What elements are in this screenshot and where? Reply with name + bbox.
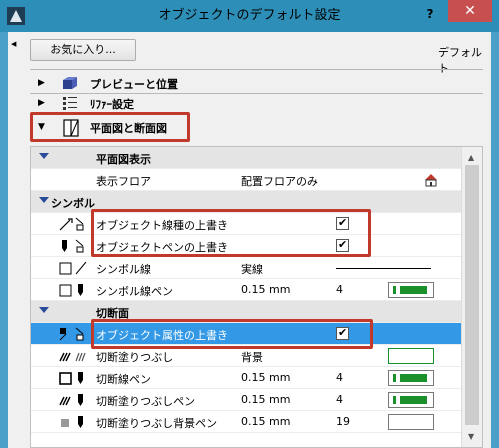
line-sample [336, 268, 431, 269]
pen-color-swatch[interactable] [388, 370, 434, 386]
group-collapse-icon[interactable] [39, 197, 49, 203]
pen-icon [62, 240, 67, 252]
property-value: 0.15 mm [241, 283, 291, 296]
pen-number: 4 [336, 371, 343, 384]
pen-color-swatch[interactable] [388, 414, 434, 430]
table-row-symbol-pen[interactable]: シンボル線ペン 0.15 mm 4 [31, 279, 461, 301]
floor-house-icon[interactable] [424, 173, 438, 187]
pen-icon [78, 394, 83, 406]
override-arrow-icon [75, 327, 84, 341]
override-attributes-checkbox[interactable] [336, 326, 349, 340]
property-value[interactable]: 配置フロアのみ [241, 173, 318, 189]
preview-icon [63, 77, 77, 89]
fill-preview-swatch[interactable] [388, 348, 434, 364]
group-collapse-icon[interactable] [39, 307, 49, 313]
override-pen-checkbox[interactable] [336, 238, 349, 252]
favorites-button[interactable]: お気に入り... [30, 39, 136, 61]
line-swatch-icon [59, 284, 72, 297]
property-name: 切断塗りつぶしペン [96, 395, 196, 408]
override-arrow-icon [75, 239, 84, 253]
title-bar[interactable]: オブジェクトのデフォルト設定 ? ✕ [0, 0, 499, 32]
table-row-override-attrs[interactable]: オブジェクト属性の上書き [31, 323, 461, 345]
panel-collapse-icon[interactable]: ◀ [11, 40, 16, 48]
property-value: 0.15 mm [241, 415, 291, 428]
vertical-scrollbar[interactable]: ▲ ▼ [461, 147, 482, 447]
property-name: シンボル線ペン [96, 285, 173, 298]
fill-background-icon [61, 419, 69, 427]
property-name: シンボル線 [96, 263, 151, 276]
override-linetype-checkbox[interactable] [336, 216, 349, 230]
property-name: 表示フロア [96, 175, 151, 188]
section-layer-settings[interactable]: ▶ ﾘﾌｧｰ設定 [30, 94, 480, 114]
hatch-icon [59, 352, 71, 362]
table-row-override-pen[interactable]: オブジェクトペンの上書き [31, 235, 461, 257]
scroll-up-icon[interactable]: ▲ [468, 153, 474, 162]
line-slash-icon [75, 261, 87, 275]
table-row-cut-fill-pen[interactable]: 切断塗りつぶしペン 0.15 mm 4 [31, 389, 461, 411]
property-name: オブジェクト属性の上書き [96, 329, 228, 342]
attributes-icon [59, 328, 67, 341]
dialog-body: ◀ お気に入り... デフォルト ▶ プレビューと位置 ▶ ﾘﾌｧｰ設定 ▼ 平… [8, 32, 491, 448]
group-row-plan-display[interactable]: 平面図表示 [31, 147, 461, 169]
table-row-cut-fill-bg-pen[interactable]: 切断塗りつぶし背景ペン 0.15 mm 19 [31, 411, 461, 433]
pen-number: 19 [336, 415, 350, 428]
pen-icon [78, 416, 83, 428]
scroll-down-icon[interactable]: ▼ [468, 432, 474, 441]
table-row-override-linetype[interactable]: オブジェクト線種の上書き [31, 213, 461, 235]
expand-arrow-icon[interactable]: ▶ [38, 78, 45, 88]
pen-icon [78, 284, 83, 296]
property-name: 切断線ペン [96, 373, 151, 386]
table-row-symbol-line[interactable]: シンボル線 実線 [31, 257, 461, 279]
property-name: オブジェクト線種の上書き [96, 219, 228, 232]
group-label: 平面図表示 [96, 153, 151, 166]
collapse-arrow-icon[interactable]: ▼ [38, 122, 45, 132]
property-name: オブジェクトペンの上書き [96, 241, 228, 254]
table-row-cut-fill[interactable]: 切断塗りつぶし 背景 [31, 345, 461, 367]
property-value: 0.15 mm [241, 393, 291, 406]
table-row-display-floor[interactable]: 表示フロア 配置フロアのみ [31, 169, 461, 191]
dialog-window: オブジェクトのデフォルト設定 ? ✕ ◀ お気に入り... デフォルト ▶ プレ… [0, 0, 499, 448]
property-value: 0.15 mm [241, 371, 291, 384]
group-row-cut[interactable]: 切断面 [31, 301, 461, 323]
scroll-thumb[interactable] [465, 165, 479, 425]
section-label: 平面図と断面図 [90, 122, 167, 135]
linetype-icon [59, 218, 73, 231]
hatch-pattern-icon [75, 352, 86, 362]
hatch-icon [59, 396, 71, 406]
group-label: シンボル [51, 197, 95, 210]
line-swatch-icon [59, 262, 72, 275]
layer-settings-icon [63, 97, 77, 110]
property-value[interactable]: 実線 [241, 261, 263, 277]
section-preview-position[interactable]: ▶ プレビューと位置 [30, 74, 480, 94]
group-row-symbol[interactable]: シンボル [31, 191, 461, 213]
floor-plan-section-icon [63, 119, 79, 137]
line-swatch-icon [59, 372, 72, 385]
divider [30, 69, 483, 70]
group-collapse-icon[interactable] [39, 153, 49, 159]
property-name: 切断塗りつぶし背景ペン [96, 417, 218, 430]
pen-color-swatch[interactable] [388, 282, 434, 298]
default-label: デフォルト [438, 46, 482, 75]
pen-icon [78, 372, 83, 384]
group-label: 切断面 [96, 307, 129, 320]
property-name: 切断塗りつぶし [96, 351, 174, 364]
section-floor-plan-section[interactable]: ▼ 平面図と断面図 [30, 114, 483, 142]
pen-number: 4 [336, 393, 343, 406]
help-button[interactable]: ? [420, 4, 440, 24]
section-label: ﾘﾌｧｰ設定 [90, 98, 134, 111]
override-arrow-icon [75, 217, 84, 231]
pen-color-swatch[interactable] [388, 392, 434, 408]
expand-arrow-icon[interactable]: ▶ [38, 98, 45, 108]
table-row-cut-line-pen[interactable]: 切断線ペン 0.15 mm 4 [31, 367, 461, 389]
pen-number: 4 [336, 283, 343, 296]
section-label: プレビューと位置 [90, 78, 178, 91]
property-value[interactable]: 背景 [241, 349, 263, 365]
settings-grid: 平面図表示 表示フロア 配置フロアのみ シンボル オブジェクト線種の上書き ✔ … [30, 146, 483, 448]
close-button[interactable]: ✕ [448, 0, 492, 22]
